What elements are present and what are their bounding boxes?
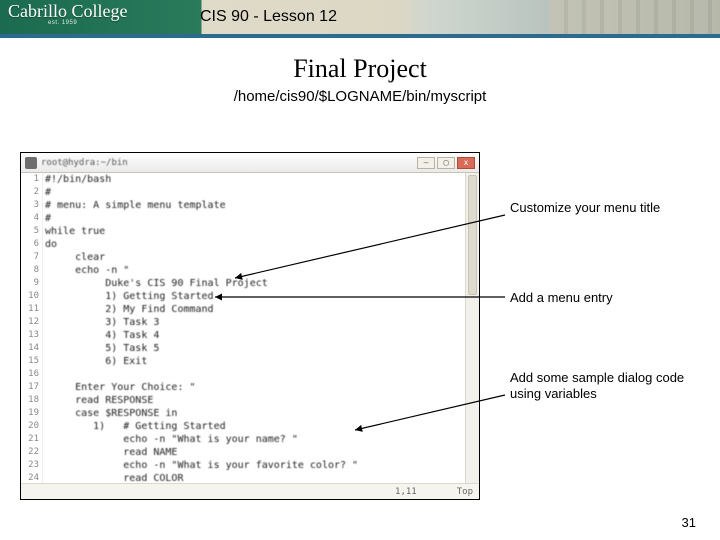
- line-number: 2: [21, 186, 42, 199]
- line-number: 1: [21, 173, 42, 186]
- maximize-button[interactable]: ▢: [437, 157, 455, 169]
- code-area[interactable]: #!/bin/bash # # menu: A simple menu temp…: [45, 173, 465, 483]
- line-number: 24: [21, 472, 42, 483]
- callout-sample-dialog: Add some sample dialog code using variab…: [510, 370, 690, 403]
- line-number: 18: [21, 394, 42, 407]
- callout-customize-title: Customize your menu title: [510, 200, 690, 216]
- line-number: 13: [21, 329, 42, 342]
- line-number: 17: [21, 381, 42, 394]
- line-number: 7: [21, 251, 42, 264]
- callout-add-menu-entry: Add a menu entry: [510, 290, 690, 306]
- scrollbar-vertical[interactable]: [465, 173, 479, 483]
- window-controls: — ▢ x: [417, 157, 475, 169]
- line-number: 21: [21, 433, 42, 446]
- college-logo-sub: est. 1959: [48, 20, 77, 26]
- line-number: 3: [21, 199, 42, 212]
- banner-underline: [0, 34, 720, 38]
- page-number: 31: [682, 515, 696, 530]
- line-number: 5: [21, 225, 42, 238]
- line-number: 16: [21, 368, 42, 381]
- scroll-mode: Top: [457, 487, 473, 497]
- line-number: 4: [21, 212, 42, 225]
- line-number: 15: [21, 355, 42, 368]
- page-title: Final Project: [0, 54, 720, 84]
- window-title: root@hydra:~/bin: [41, 158, 413, 168]
- line-number: 8: [21, 264, 42, 277]
- line-number: 6: [21, 238, 42, 251]
- banner: Cabrillo College est. 1959 CIS 90 - Less…: [0, 0, 720, 34]
- editor-window: root@hydra:~/bin — ▢ x 12345678910111213…: [20, 152, 480, 500]
- line-number: 19: [21, 407, 42, 420]
- line-gutter: 123456789101112131415161718192021222324: [21, 173, 43, 483]
- college-logo: Cabrillo College: [8, 2, 127, 20]
- scroll-thumb[interactable]: [468, 175, 477, 295]
- line-number: 20: [21, 420, 42, 433]
- line-number: 14: [21, 342, 42, 355]
- line-number: 9: [21, 277, 42, 290]
- line-number: 22: [21, 446, 42, 459]
- minimize-button[interactable]: —: [417, 157, 435, 169]
- cursor-position: 1,11: [395, 487, 417, 497]
- line-number: 12: [21, 316, 42, 329]
- app-icon: [25, 157, 37, 169]
- lesson-title: CIS 90 - Lesson 12: [200, 0, 720, 34]
- line-number: 11: [21, 303, 42, 316]
- editor-statusbar: 1,11 Top: [21, 483, 479, 499]
- line-number: 23: [21, 459, 42, 472]
- script-path: /home/cis90/$LOGNAME/bin/myscript: [0, 88, 720, 105]
- line-number: 10: [21, 290, 42, 303]
- editor-titlebar: root@hydra:~/bin — ▢ x: [21, 153, 479, 173]
- editor-body: 123456789101112131415161718192021222324 …: [21, 173, 479, 483]
- close-button[interactable]: x: [457, 157, 475, 169]
